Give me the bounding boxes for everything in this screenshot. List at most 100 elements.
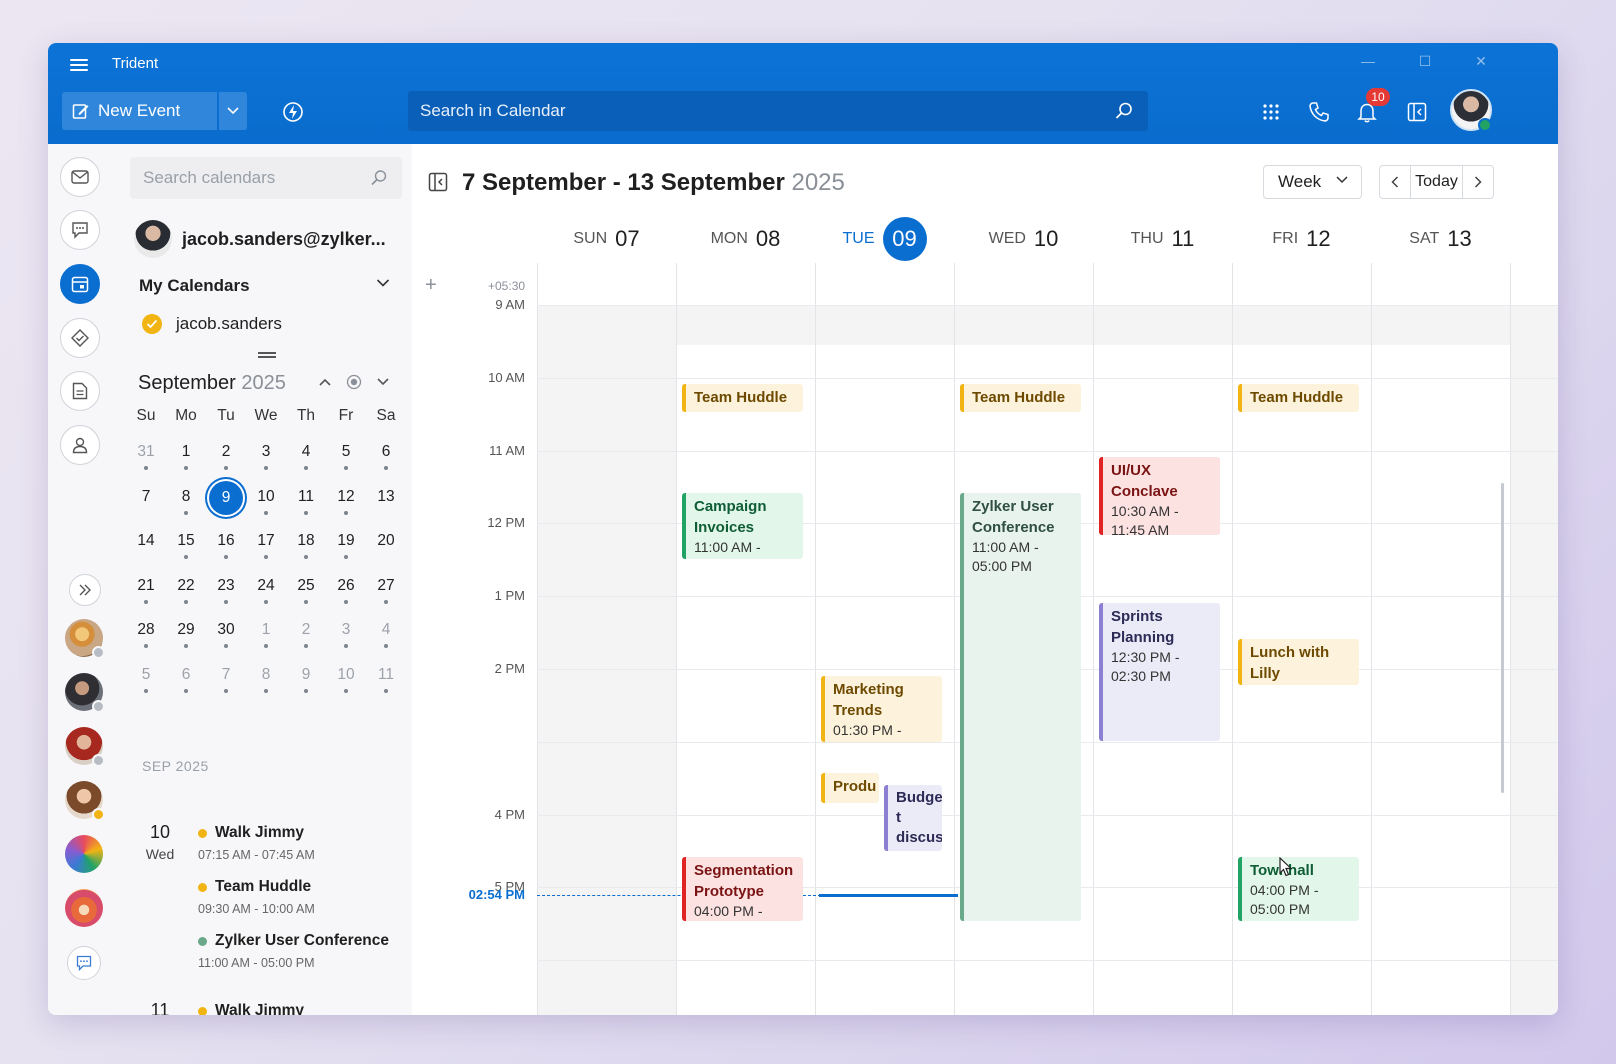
agenda-item[interactable]: Walk Jimmy 07:15 AM - 07:45 AM xyxy=(198,824,315,862)
mini-day[interactable]: 7 xyxy=(126,482,166,527)
mini-day[interactable]: 1 xyxy=(166,437,206,482)
new-event-dropdown[interactable] xyxy=(219,92,247,130)
event-card[interactable]: Segmentation Prototype 04:00 PM - 05:00 xyxy=(682,857,803,921)
mini-day[interactable]: 6 xyxy=(366,437,406,482)
agenda-item[interactable]: Team Huddle 09:30 AM - 10:00 AM xyxy=(198,878,315,916)
chevron-down-icon[interactable] xyxy=(376,278,390,288)
mini-day[interactable]: 14 xyxy=(126,526,166,571)
mini-day-today[interactable]: 9 xyxy=(206,480,246,527)
minimize-button[interactable]: — xyxy=(1353,53,1383,69)
view-selector[interactable]: Week xyxy=(1263,165,1362,199)
mini-day[interactable]: 19 xyxy=(326,526,366,571)
menu-icon[interactable] xyxy=(70,57,92,73)
mini-day[interactable]: 4 xyxy=(366,615,406,660)
notes-icon[interactable] xyxy=(60,371,100,411)
mail-icon[interactable] xyxy=(60,157,100,197)
mini-day[interactable]: 8 xyxy=(166,482,206,527)
mini-day[interactable]: 8 xyxy=(246,660,286,705)
day-header-thu[interactable]: THU 11 xyxy=(1093,216,1232,262)
event-card[interactable]: UI/UX Conclave 10:30 AM - 11:45 AM xyxy=(1099,457,1220,535)
mini-day[interactable]: 22 xyxy=(166,571,206,616)
next-week-button[interactable] xyxy=(1463,166,1493,198)
mini-day[interactable]: 18 xyxy=(286,526,326,571)
mini-day[interactable]: 9 xyxy=(286,660,326,705)
mini-day[interactable]: 24 xyxy=(246,571,286,616)
expand-rail-icon[interactable] xyxy=(69,574,101,606)
mini-day[interactable]: 13 xyxy=(366,482,406,527)
day-header-wed[interactable]: WED 10 xyxy=(954,216,1093,262)
event-card[interactable]: Team Huddle xyxy=(1238,384,1359,412)
search-icon[interactable] xyxy=(370,169,388,187)
today-button[interactable]: Today xyxy=(1410,166,1463,198)
mini-day[interactable]: 11 xyxy=(286,482,326,527)
contact-avatar[interactable] xyxy=(65,781,105,821)
contact-avatar[interactable] xyxy=(65,619,105,659)
day-header-sun[interactable]: SUN 07 xyxy=(537,216,676,262)
day-header-fri[interactable]: FRI 12 xyxy=(1232,216,1371,262)
contact-avatar[interactable] xyxy=(65,673,105,713)
mini-day[interactable]: 5 xyxy=(326,437,366,482)
my-calendars-heading[interactable]: My Calendars xyxy=(139,276,250,296)
mini-day[interactable]: 20 xyxy=(366,526,406,571)
event-card[interactable]: Townhall 04:00 PM - 05:00 PM xyxy=(1238,857,1359,921)
apps-grid-icon[interactable] xyxy=(1258,99,1284,125)
mini-day[interactable]: 12 xyxy=(326,482,366,527)
previous-week-button[interactable] xyxy=(1380,166,1410,198)
calendar-list-item[interactable]: jacob.sanders xyxy=(142,314,282,334)
event-card[interactable]: Team Huddle xyxy=(682,384,803,412)
event-card[interactable]: Marketing Trends 01:30 PM - 02:30 xyxy=(821,676,942,742)
mini-day[interactable]: 5 xyxy=(126,660,166,705)
mini-day[interactable]: 29 xyxy=(166,615,206,660)
contact-avatar[interactable] xyxy=(65,727,105,767)
close-button[interactable]: ✕ xyxy=(1466,53,1496,70)
tasks-icon[interactable] xyxy=(60,318,100,358)
day-header-sat[interactable]: SAT 13 xyxy=(1371,216,1510,262)
search-calendars-input[interactable]: Search calendars xyxy=(130,157,402,199)
quick-actions-icon[interactable] xyxy=(282,101,304,123)
side-panel-icon[interactable] xyxy=(1404,99,1430,125)
mini-day[interactable]: 2 xyxy=(206,437,246,482)
day-header-mon[interactable]: MON 08 xyxy=(676,216,815,262)
calendar-checkbox[interactable] xyxy=(142,314,162,334)
mini-day[interactable]: 3 xyxy=(246,437,286,482)
mini-day[interactable]: 31 xyxy=(126,437,166,482)
new-event-button[interactable]: New Event xyxy=(62,92,217,130)
resize-handle[interactable] xyxy=(258,352,276,358)
contact-avatar[interactable] xyxy=(65,835,103,873)
agenda-item[interactable]: Walk Jimmy xyxy=(198,1002,304,1015)
account-email[interactable]: jacob.sanders@zylker... xyxy=(182,229,386,250)
calendar-icon[interactable] xyxy=(60,264,100,304)
mini-day[interactable]: 23 xyxy=(206,571,246,616)
chevron-down-icon[interactable] xyxy=(376,377,390,387)
mini-day[interactable]: 6 xyxy=(166,660,206,705)
contacts-icon[interactable] xyxy=(60,425,100,465)
vertical-scrollbar[interactable] xyxy=(1501,483,1504,793)
today-target-icon[interactable] xyxy=(346,374,362,390)
collapse-sidebar-icon[interactable] xyxy=(428,172,448,192)
day-header-tue[interactable]: TUE 09 xyxy=(815,216,954,262)
event-card[interactable]: Zylker User Conference 11:00 AM - 05:00 … xyxy=(960,493,1081,921)
chat-icon[interactable] xyxy=(60,210,100,250)
calendar-search-input[interactable]: Search in Calendar xyxy=(408,91,1148,131)
chevron-up-icon[interactable] xyxy=(318,377,332,387)
agenda-item[interactable]: Zylker User Conference 11:00 AM - 05:00 … xyxy=(198,932,389,970)
search-icon[interactable] xyxy=(1114,101,1134,121)
mini-day[interactable]: 28 xyxy=(126,615,166,660)
mini-day[interactable]: 10 xyxy=(246,482,286,527)
mini-day[interactable]: 21 xyxy=(126,571,166,616)
mini-day[interactable]: 2 xyxy=(286,615,326,660)
event-card[interactable]: Team Huddle xyxy=(960,384,1081,412)
event-card[interactable]: Sprints Planning 12:30 PM - 02:30 PM xyxy=(1099,603,1220,741)
mini-day[interactable]: 26 xyxy=(326,571,366,616)
feedback-icon[interactable] xyxy=(67,946,101,980)
mini-day[interactable]: 7 xyxy=(206,660,246,705)
maximize-button[interactable]: ☐ xyxy=(1410,53,1440,70)
event-card[interactable]: Lunch with Lilly xyxy=(1238,639,1359,685)
event-card[interactable]: Produ xyxy=(821,773,879,803)
mini-day[interactable]: 11 xyxy=(366,660,406,705)
mini-day[interactable]: 30 xyxy=(206,615,246,660)
mini-day[interactable]: 10 xyxy=(326,660,366,705)
mini-day[interactable]: 1 xyxy=(246,615,286,660)
mini-day[interactable]: 27 xyxy=(366,571,406,616)
mini-day[interactable]: 15 xyxy=(166,526,206,571)
